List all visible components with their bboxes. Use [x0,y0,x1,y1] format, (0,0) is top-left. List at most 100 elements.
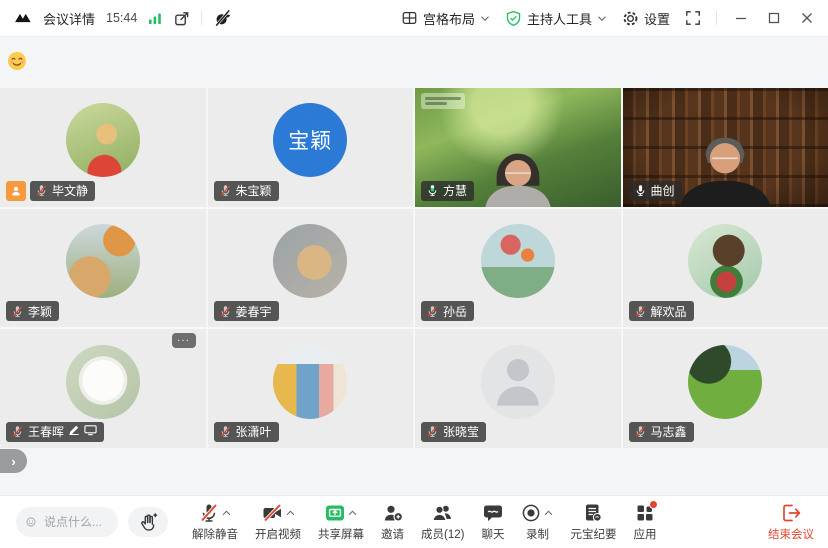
participant-name: 曲创 [651,182,675,199]
participant-tile-5[interactable]: 李颖 [0,209,206,328]
start-video-options-chevron[interactable] [286,510,295,516]
message-input[interactable] [42,514,108,530]
avatar-placeholder [481,345,555,419]
participant-tile-6[interactable]: 姜春宇 [208,209,414,328]
tile-badges: 曲创 [629,181,682,201]
meeting-time: 15:44 [106,11,137,25]
chat-label: 聊天 [481,526,504,542]
mic-muted-icon [35,184,48,197]
close-button[interactable] [798,9,816,27]
avatar [481,224,555,298]
mic-muted-icon [199,503,219,523]
fullscreen-icon[interactable] [685,10,701,26]
participant-tile-1[interactable]: 毕文静 [0,88,206,207]
mic-muted-icon [426,425,439,438]
shield-check-icon [505,10,522,27]
avatar [66,345,140,419]
gear-icon [622,10,639,27]
minimize-button[interactable] [732,9,750,27]
record-icon [521,503,541,523]
side-panel-toggle[interactable]: › [0,449,27,473]
tile-badges: 马志鑫 [629,422,694,442]
yuanbao-notes-button[interactable]: 元宝纪要 [570,503,616,542]
grid-layout-icon [401,10,418,26]
maximize-button[interactable] [765,9,783,27]
mic-muted-icon [426,305,439,318]
raise-hand-button[interactable] [128,507,168,537]
divider [201,11,202,25]
participant-tile-10[interactable]: 张潇叶 [208,329,414,448]
participant-tile-9[interactable]: 王春晖 ··· [0,329,206,448]
leave-meeting-icon [781,503,801,523]
meeting-details-button[interactable]: 会议详情 [43,9,95,28]
unmute-button[interactable]: 解除静音 [192,503,238,542]
mic-speaking-icon [426,184,439,197]
host-tools-button[interactable]: 主持人工具 [505,9,607,28]
participant-tile-4[interactable]: 曲创 [623,88,828,207]
end-meeting-button[interactable]: 结束会议 [768,503,814,542]
tile-badges: 解欢品 [629,301,694,321]
mic-muted-icon [634,425,647,438]
participant-name: 毕文静 [52,182,88,199]
participant-name: 张潇叶 [236,423,272,440]
reaction-emoji [7,51,27,71]
name-badge: 张晓莹 [421,422,486,442]
participant-tile-7[interactable]: 孙岳 [415,209,621,328]
network-signal-icon [148,11,162,25]
avatar [66,103,140,177]
tile-badges: 朱宝颖 [214,181,279,201]
start-video-label: 开启视频 [255,526,301,542]
participant-tile-8[interactable]: 解欢品 [623,209,828,328]
bottom-toolbar: 解除静音开启视频 共享屏幕 邀请 成员(12) 聊天 录制元宝纪要应用 结束会议 [0,495,828,548]
invite-button[interactable]: 邀请 [381,503,404,542]
members-button[interactable]: 成员(12) [421,503,464,542]
apps-button[interactable]: 应用 [633,503,656,542]
avatar [273,345,347,419]
participant-tile-2[interactable]: 宝颖朱宝颖 [208,88,414,207]
pencil-icon [68,424,80,439]
record-button[interactable]: 录制 [521,503,553,542]
toolbar-buttons: 解除静音开启视频 共享屏幕 邀请 成员(12) 聊天 录制元宝纪要应用 [192,503,656,542]
share-screen-options-chevron[interactable] [348,510,357,516]
unmute-options-chevron[interactable] [222,510,231,516]
tile-badges: 张晓莹 [421,422,486,442]
quick-message-pill[interactable] [16,507,118,537]
start-video-button[interactable]: 开启视频 [255,503,301,542]
settings-label: 设置 [644,9,670,28]
share-screen-label: 共享屏幕 [318,526,364,542]
assistant-muted-icon[interactable] [213,9,232,27]
tile-badges: 姜春宇 [214,301,279,321]
layout-menu-button[interactable]: 宫格布局 [401,9,490,28]
chevron-down-icon [480,15,490,22]
participant-name: 解欢品 [651,303,687,320]
participant-name: 方慧 [443,182,467,199]
name-badge: 马志鑫 [629,422,694,442]
name-badge: 张潇叶 [214,422,279,442]
name-badge: 李颖 [6,301,59,321]
name-badge: 王春晖 [6,422,104,442]
share-screen-button[interactable]: 共享屏幕 [318,503,364,542]
app-logo-icon [14,10,32,26]
participant-name: 姜春宇 [236,303,272,320]
tile-badges: 孙岳 [421,301,474,321]
chat-button[interactable]: 聊天 [481,503,504,542]
person-icon [481,345,555,419]
mic-muted-icon [219,305,232,318]
tile-badges: 张潇叶 [214,422,279,442]
participant-grid: 毕文静 宝颖朱宝颖方慧 曲创李颖 姜春宇 孙岳 解欢品王春晖 ··· 张潇叶 张晓莹 马志鑫 [0,88,828,448]
apps-label: 应用 [633,526,656,542]
participant-tile-11[interactable]: 张晓莹 [415,329,621,448]
settings-button[interactable]: 设置 [622,9,670,28]
avatar [66,224,140,298]
participant-name: 张晓莹 [443,423,479,440]
name-badge: 姜春宇 [214,301,279,321]
titlebar: 会议详情 15:44 宫格布局 主持人工具 设置 [0,0,828,37]
chat-icon [483,503,503,523]
tile-more-button[interactable]: ··· [172,333,196,348]
name-badge: 曲创 [629,181,682,201]
record-options-chevron[interactable] [544,510,553,516]
participant-tile-12[interactable]: 马志鑫 [623,329,828,448]
participant-tile-3[interactable]: 方慧 [415,88,621,207]
invite-label: 邀请 [381,526,404,542]
open-external-icon[interactable] [173,10,190,27]
